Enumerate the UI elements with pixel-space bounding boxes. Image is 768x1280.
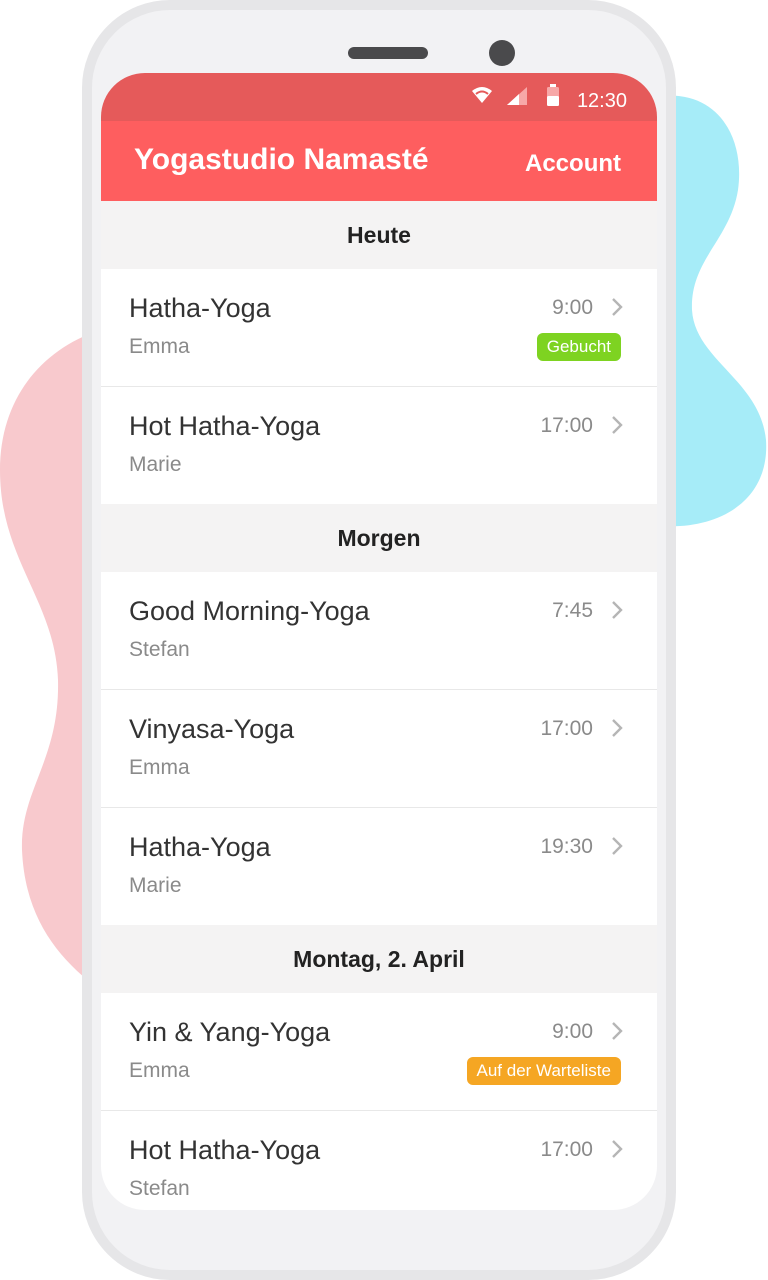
app-title: Yogastudio Namasté bbox=[134, 143, 429, 176]
class-name: Hatha-Yoga bbox=[129, 832, 271, 862]
class-row[interactable]: Hatha-Yoga Emma 9:00 Gebucht bbox=[101, 269, 657, 387]
class-time: 17:00 bbox=[540, 1138, 593, 1161]
class-name: Vinyasa-Yoga bbox=[129, 714, 295, 744]
teacher-name: Stefan bbox=[129, 638, 190, 661]
teacher-name: Marie bbox=[129, 453, 182, 476]
class-name: Hot Hatha-Yoga bbox=[129, 1135, 321, 1165]
app-screen: 12:30 Yogastudio Namasté Account Heute H… bbox=[101, 73, 657, 1210]
class-name: Good Morning-Yoga bbox=[129, 596, 370, 626]
wifi-icon bbox=[472, 87, 492, 103]
phone-frame: 12:30 Yogastudio Namasté Account Heute H… bbox=[82, 0, 676, 1280]
section-header: Montag, 2. April bbox=[101, 925, 657, 993]
class-row[interactable]: Vinyasa-Yoga Emma 17:00 bbox=[101, 690, 657, 808]
teacher-name: Stefan bbox=[129, 1177, 190, 1200]
teacher-name: Emma bbox=[129, 756, 190, 779]
class-row[interactable]: Hot Hatha-Yoga Stefan 17:00 bbox=[101, 1111, 657, 1210]
account-button[interactable]: Account bbox=[525, 150, 621, 178]
class-schedule-list: Heute Hatha-Yoga Emma 9:00 Gebucht Hot H… bbox=[101, 201, 657, 1210]
class-name: Hot Hatha-Yoga bbox=[129, 411, 321, 441]
teacher-name: Marie bbox=[129, 874, 182, 897]
phone-camera bbox=[489, 40, 515, 66]
teacher-name: Emma bbox=[129, 335, 190, 358]
class-row[interactable]: Hatha-Yoga Marie 19:30 bbox=[101, 808, 657, 925]
phone-speaker bbox=[348, 47, 428, 59]
section-header: Heute bbox=[101, 201, 657, 269]
status-time: 12:30 bbox=[576, 90, 627, 112]
class-time: 19:30 bbox=[540, 835, 593, 858]
class-time: 7:45 bbox=[552, 599, 593, 622]
class-row[interactable]: Good Morning-Yoga Stefan 7:45 bbox=[101, 572, 657, 690]
chevron-right-icon bbox=[612, 1022, 623, 1040]
battery-icon bbox=[547, 84, 559, 106]
status-badge-waitlist: Auf der Warteliste bbox=[466, 1057, 621, 1085]
chevron-right-icon bbox=[612, 601, 623, 619]
class-name: Yin & Yang-Yoga bbox=[129, 1017, 331, 1047]
chevron-right-icon bbox=[612, 416, 623, 434]
class-time: 17:00 bbox=[540, 717, 593, 740]
signal-icon bbox=[507, 87, 527, 105]
chevron-right-icon bbox=[612, 298, 623, 316]
chevron-right-icon bbox=[612, 1140, 623, 1158]
class-row[interactable]: Yin & Yang-Yoga Emma 9:00 Auf der Wartel… bbox=[101, 993, 657, 1111]
status-bar: 12:30 bbox=[101, 73, 657, 121]
app-bar: Yogastudio Namasté Account bbox=[101, 121, 657, 201]
status-badge-booked: Gebucht bbox=[536, 333, 621, 361]
class-name: Hatha-Yoga bbox=[129, 293, 271, 323]
teacher-name: Emma bbox=[129, 1059, 190, 1082]
section-header: Morgen bbox=[101, 504, 657, 572]
class-time: 17:00 bbox=[540, 414, 593, 437]
class-row[interactable]: Hot Hatha-Yoga Marie 17:00 bbox=[101, 387, 657, 504]
chevron-right-icon bbox=[612, 837, 623, 855]
class-time: 9:00 bbox=[552, 296, 593, 319]
chevron-right-icon bbox=[612, 719, 623, 737]
class-time: 9:00 bbox=[552, 1020, 593, 1043]
